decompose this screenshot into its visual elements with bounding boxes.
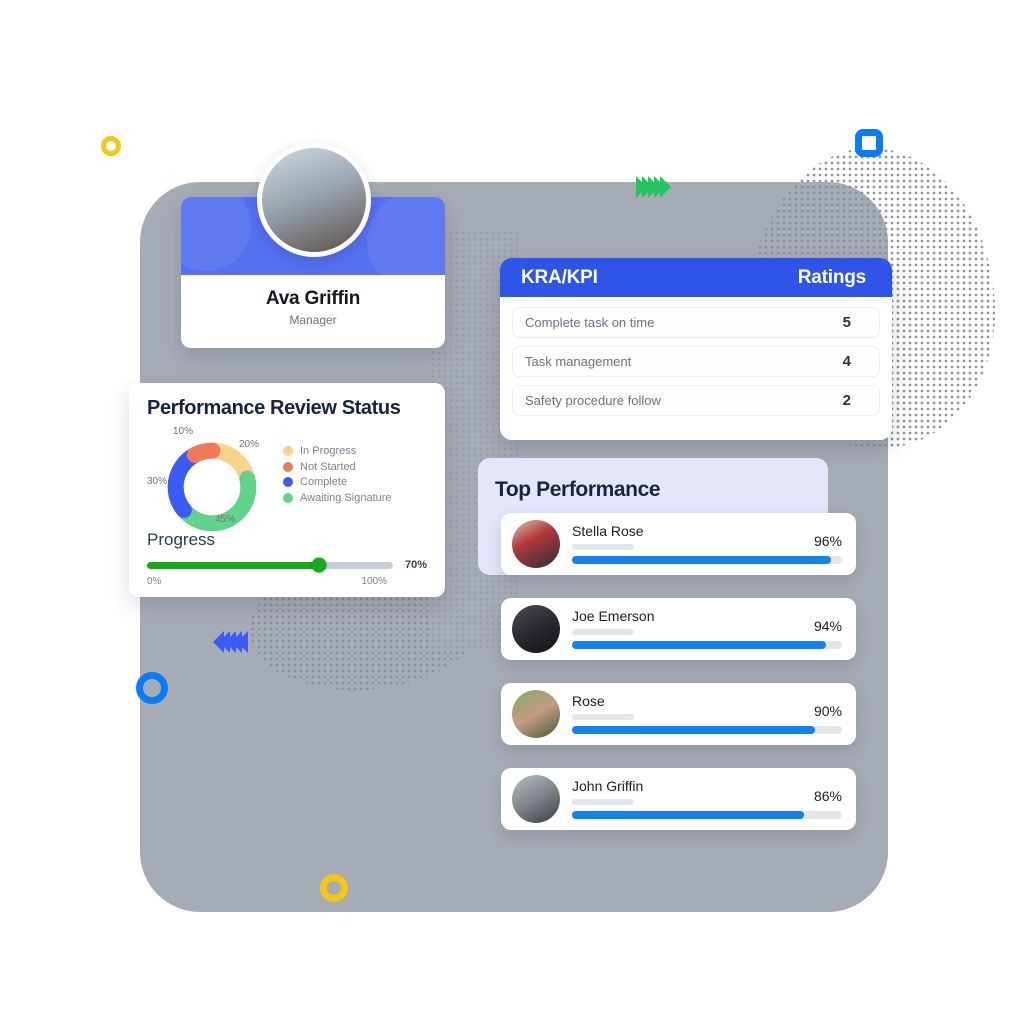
- performer-details: Joe Emerson 94%: [572, 607, 842, 650]
- performer-subtitle-placeholder: [572, 799, 634, 806]
- table-row[interactable]: Complete task on time 5: [512, 307, 880, 338]
- donut-label: 30%: [147, 476, 168, 487]
- list-item[interactable]: Rose 90%: [501, 683, 856, 745]
- donut-label: 45%: [215, 514, 236, 525]
- illustration-stage: Ava Griffin Manager Performance Review S…: [0, 0, 1024, 1024]
- legend-label: Not Started: [300, 460, 356, 473]
- table-row[interactable]: Safety procedure follow 2: [512, 385, 880, 416]
- avatar: [512, 775, 560, 823]
- avatar: [257, 143, 371, 257]
- performance-percent: 94%: [813, 617, 842, 634]
- avatar: [512, 690, 560, 738]
- legend-item: In Progress: [283, 445, 392, 457]
- legend-item: Not Started: [283, 461, 392, 473]
- performer-subtitle-placeholder: [572, 544, 634, 551]
- performance-bar-fill: [572, 811, 805, 820]
- performance-review-card: Performance Review Status 10% 20% 30% 45…: [129, 383, 445, 597]
- donut-label: 10%: [173, 426, 194, 437]
- donut-chart-row: 10% 20% 30% 45% In Progress Not Started …: [147, 426, 427, 532]
- kra-kpi-header: KRA/KPI Ratings: [500, 258, 892, 297]
- donut-chart: 10% 20% 30% 45%: [147, 426, 277, 532]
- performance-bar: [572, 556, 842, 565]
- ring-icon: [320, 874, 348, 902]
- kra-name: Task management: [525, 354, 632, 369]
- list-item[interactable]: Stella Rose 96%: [501, 513, 856, 575]
- legend-label: In Progress: [300, 445, 357, 457]
- performance-bar-fill: [572, 726, 815, 735]
- performance-bar: [572, 641, 842, 650]
- list-item[interactable]: Joe Emerson 94%: [501, 598, 856, 660]
- slider-track[interactable]: [147, 557, 393, 573]
- performer-details: John Griffin 86%: [572, 777, 842, 820]
- performer-subtitle-placeholder: [572, 714, 634, 721]
- kra-kpi-header-left: KRA/KPI: [521, 266, 598, 288]
- avatar: [512, 520, 560, 568]
- kra-name: Safety procedure follow: [525, 393, 661, 408]
- performer-subtitle-placeholder: [572, 629, 634, 636]
- kra-kpi-list: Complete task on time 5 Task management …: [500, 297, 892, 426]
- slider-scale: 0% 100%: [147, 576, 427, 587]
- kra-kpi-header-right: Ratings: [797, 266, 866, 288]
- legend-item: Complete: [283, 476, 392, 488]
- performer-details: Stella Rose 96%: [572, 522, 842, 565]
- avatar: [512, 605, 560, 653]
- top-performance-title: Top Performance: [495, 478, 661, 501]
- performance-bar: [572, 726, 842, 735]
- ring-icon: [101, 136, 121, 156]
- performance-percent: 86%: [813, 787, 842, 804]
- ring-icon: [136, 672, 168, 704]
- performance-bar-fill: [572, 556, 832, 565]
- donut-label: 20%: [239, 439, 260, 450]
- legend-label: Complete: [300, 476, 348, 488]
- slider-handle[interactable]: [311, 557, 327, 573]
- profile-role: Manager: [289, 313, 337, 327]
- page-title: Performance Review Status: [147, 397, 401, 419]
- performer-name: Stella Rose: [572, 522, 644, 539]
- legend-item: Awaiting Signature: [283, 492, 392, 504]
- profile-info: Ava Griffin Manager: [181, 275, 445, 327]
- kra-rating: 5: [842, 314, 851, 331]
- kra-rating: 4: [842, 353, 851, 370]
- ring-icon: [855, 129, 883, 157]
- performance-percent: 96%: [813, 532, 842, 549]
- progress-value: 70%: [404, 559, 427, 571]
- kra-rating: 2: [842, 392, 851, 409]
- list-item[interactable]: John Griffin 86%: [501, 768, 856, 830]
- donut-chart-svg: [167, 442, 257, 532]
- profile-name: Ava Griffin: [265, 288, 361, 309]
- performer-name: Rose: [572, 692, 605, 709]
- performer-name: John Griffin: [572, 777, 644, 794]
- slider-max-label: 100%: [361, 576, 387, 587]
- chevron-right-icon: [636, 176, 671, 198]
- legend-label: Awaiting Signature: [300, 491, 392, 504]
- performance-bar: [572, 811, 842, 820]
- performer-name: Joe Emerson: [572, 607, 655, 624]
- slider-fill: [147, 561, 320, 569]
- slider-min-label: 0%: [147, 576, 162, 587]
- table-row[interactable]: Task management 4: [512, 346, 880, 377]
- performance-percent: 90%: [813, 702, 842, 719]
- kra-name: Complete task on time: [525, 315, 655, 330]
- kra-kpi-card: KRA/KPI Ratings Complete task on time 5 …: [500, 258, 892, 440]
- progress-slider[interactable]: 70%: [147, 557, 427, 573]
- performer-details: Rose 90%: [572, 692, 842, 735]
- chevron-left-icon: [213, 631, 248, 653]
- performance-bar-fill: [572, 641, 826, 650]
- chart-legend: In Progress Not Started Complete Awaitin…: [283, 445, 392, 507]
